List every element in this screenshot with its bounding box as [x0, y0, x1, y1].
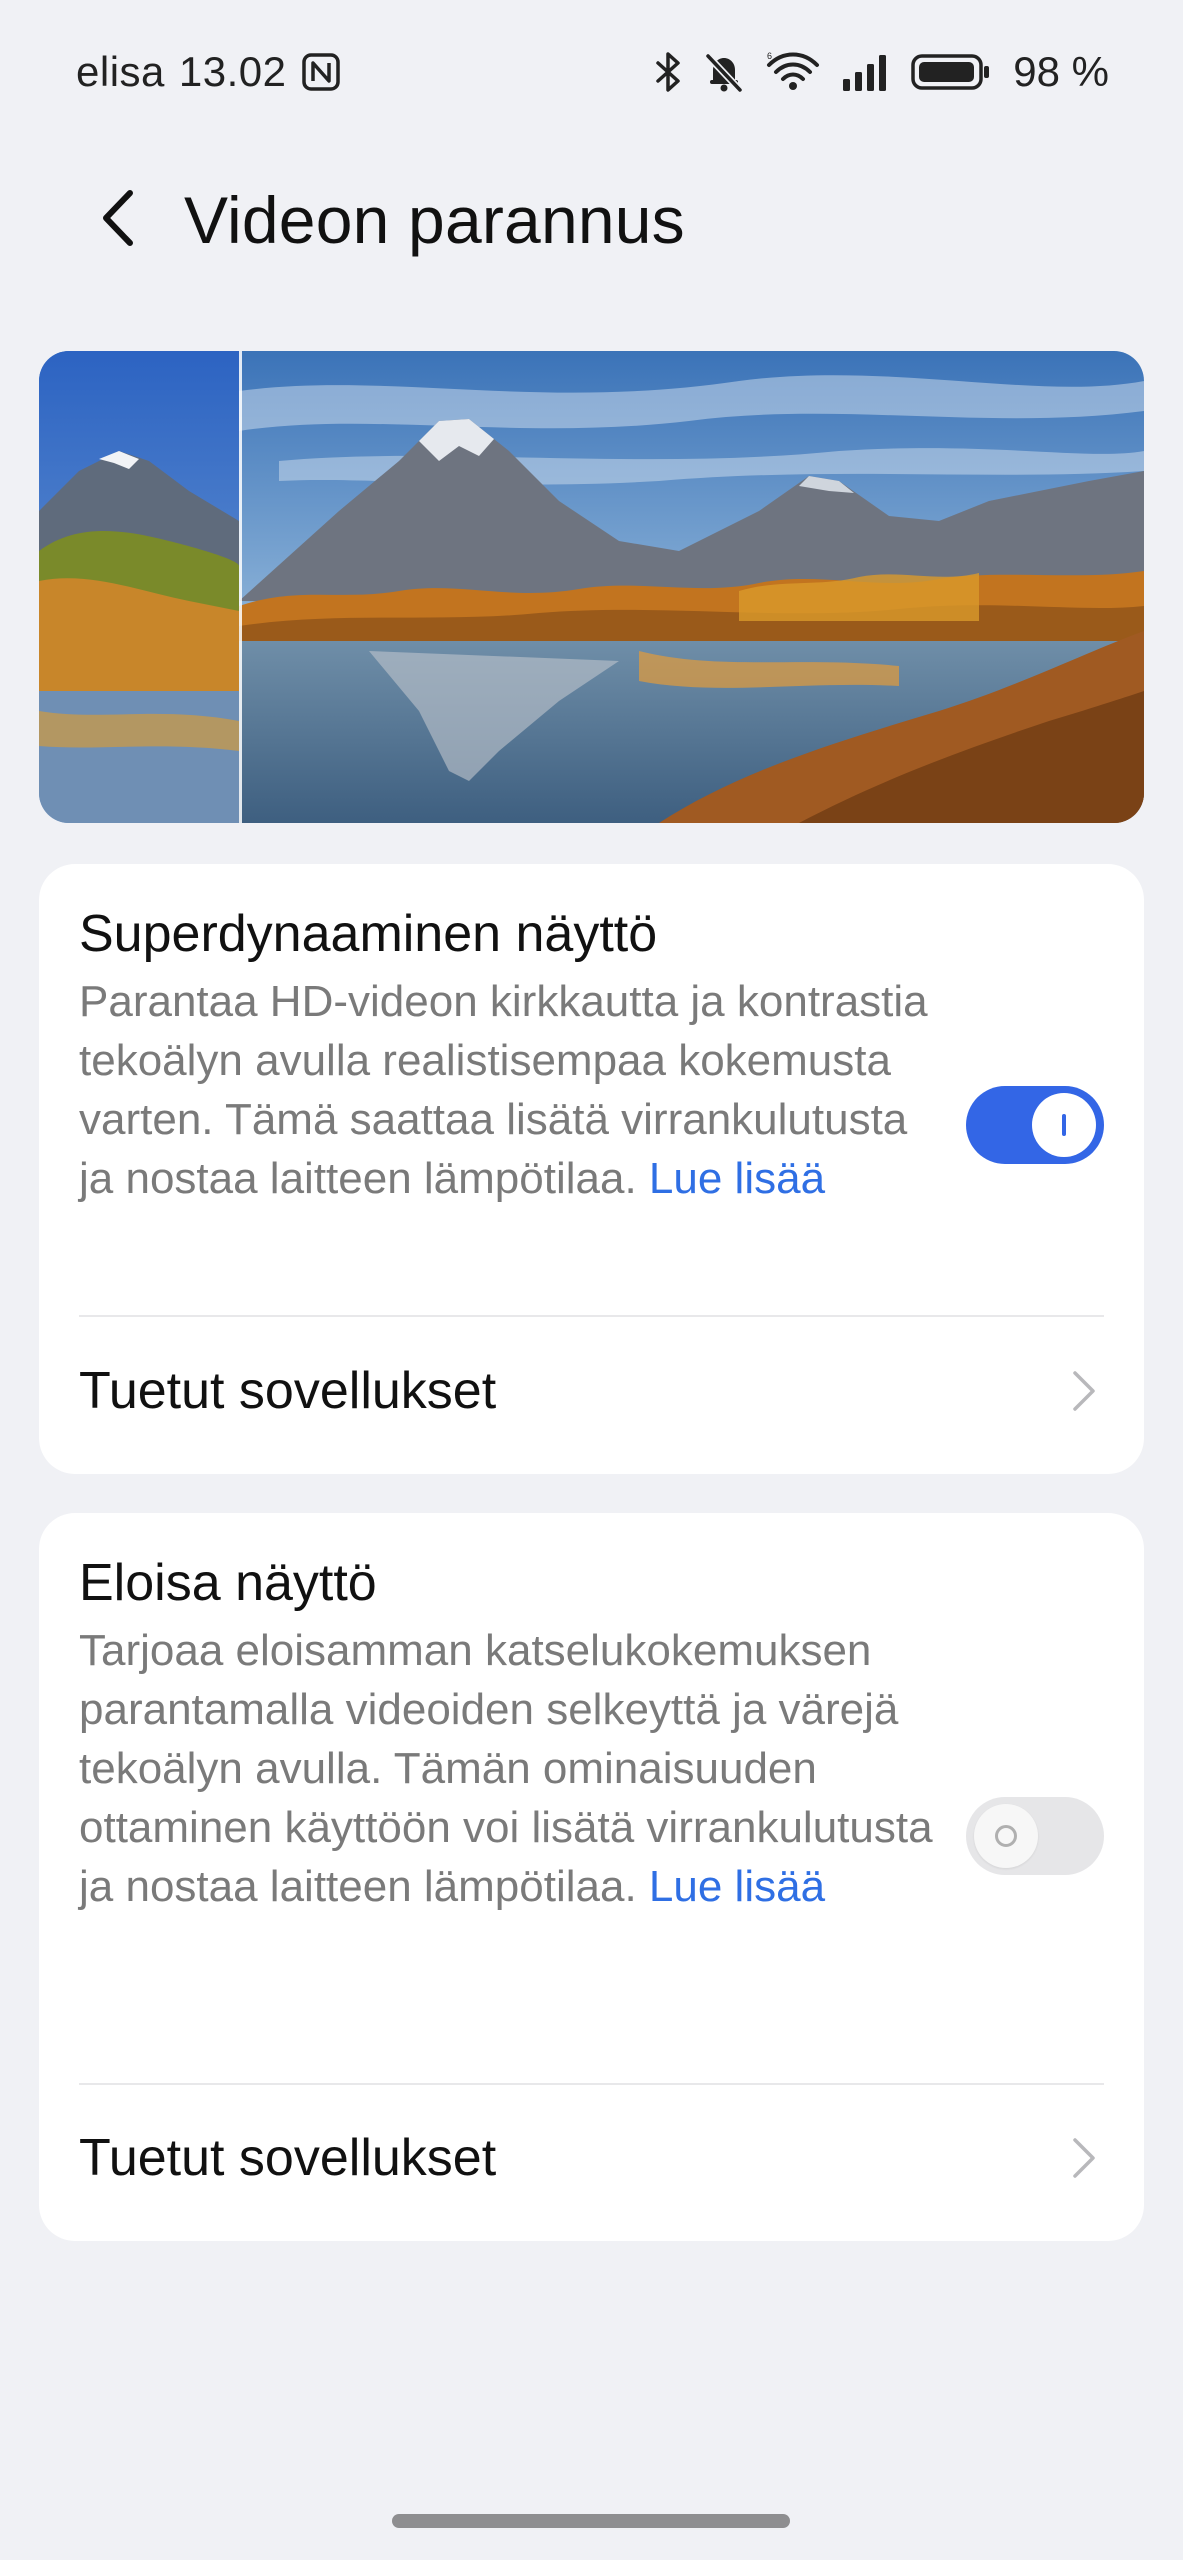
setting-title: Eloisa näyttö: [79, 1554, 377, 1612]
page-title: Videon parannus: [184, 183, 685, 257]
wifi-icon: 6: [765, 51, 821, 93]
superdynamic-toggle[interactable]: [966, 1086, 1104, 1164]
divider: [79, 1315, 1104, 1317]
status-right: 6 98 %: [653, 48, 1109, 96]
supported-apps-row[interactable]: Tuetut sovellukset: [79, 1326, 1104, 1456]
chevron-left-icon: [96, 187, 140, 254]
divider: [79, 2083, 1104, 2085]
carrier-name: elisa: [76, 48, 165, 95]
setting-row-vivid: Eloisa näyttö Tarjoaa eloisamman katselu…: [79, 1551, 1104, 1916]
setting-card-vivid: Eloisa näyttö Tarjoaa eloisamman katselu…: [39, 1513, 1144, 2241]
supported-apps-label: Tuetut sovellukset: [79, 2129, 497, 2187]
mountain-lake-illustration: [39, 351, 1144, 823]
toggle-knob: [974, 1804, 1038, 1868]
setting-description: Tarjoaa eloisamman katselukokemuksen par…: [79, 1621, 939, 1916]
chevron-right-icon: [1064, 1366, 1104, 1416]
back-button[interactable]: [78, 180, 158, 260]
supported-apps-label: Tuetut sovellukset: [79, 1362, 497, 1420]
nfc-icon: [301, 52, 341, 92]
banner-image: [39, 351, 1144, 823]
status-left: elisa 13.02: [76, 48, 341, 96]
mute-bell-icon: [703, 51, 745, 93]
setting-description: Parantaa HD-videon kirkkautta ja kontras…: [79, 972, 939, 1208]
clock: 13.02: [178, 48, 287, 95]
setting-row-superdynamic: Superdynaaminen näyttö Parantaa HD-video…: [79, 902, 1104, 1208]
home-indicator[interactable]: [392, 2514, 790, 2528]
learn-more-link[interactable]: Lue lisää: [649, 1862, 825, 1911]
battery-icon: [911, 51, 991, 93]
setting-card-superdynamic: Superdynaaminen näyttö Parantaa HD-video…: [39, 864, 1144, 1474]
supported-apps-row[interactable]: Tuetut sovellukset: [79, 2093, 1104, 2223]
status-bar: elisa 13.02 6 98 %: [0, 0, 1183, 150]
setting-title: Superdynaaminen näyttö: [79, 905, 658, 963]
learn-more-link[interactable]: Lue lisää: [649, 1154, 825, 1203]
vivid-toggle[interactable]: [966, 1797, 1104, 1875]
toggle-knob: [1032, 1093, 1096, 1157]
chevron-right-icon: [1064, 2133, 1104, 2183]
bluetooth-icon: [653, 51, 683, 93]
battery-percent: 98 %: [1013, 48, 1109, 95]
svg-text:6: 6: [767, 51, 772, 61]
signal-icon: [841, 51, 891, 93]
header: Videon parannus: [0, 160, 1183, 280]
